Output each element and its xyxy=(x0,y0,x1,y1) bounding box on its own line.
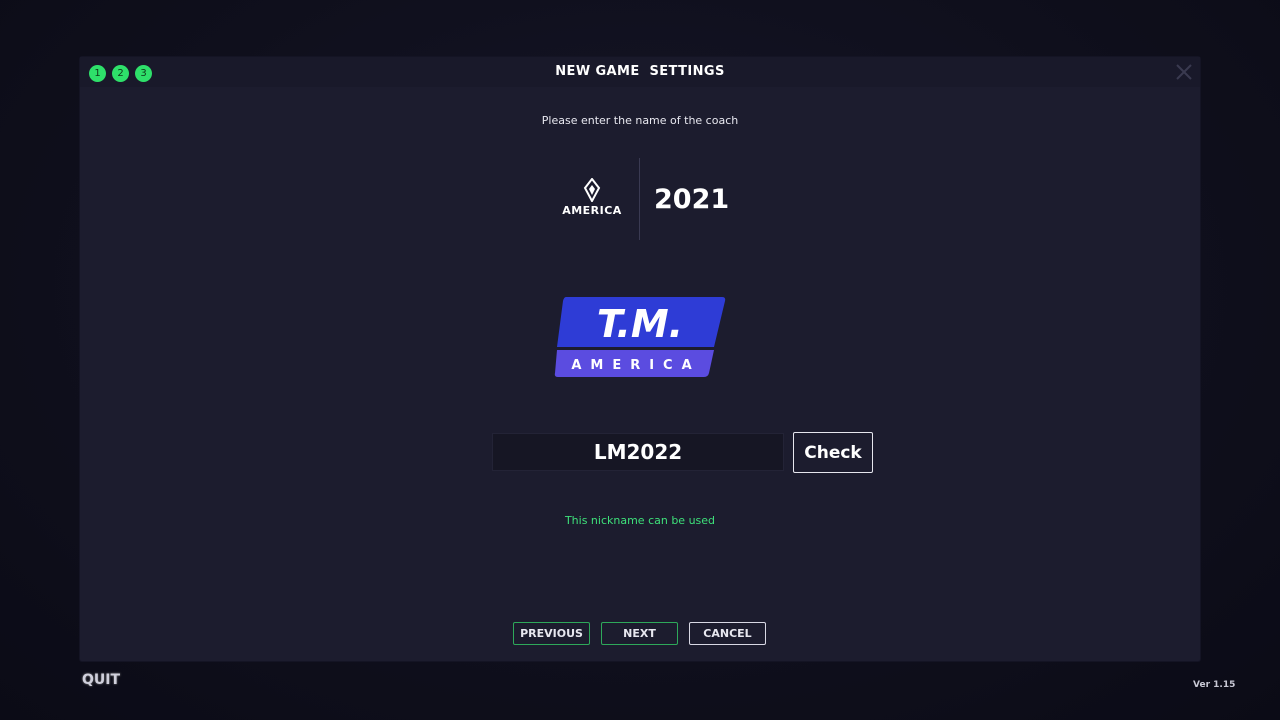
new-game-settings-dialog: 1 2 3 NEW GAME SETTINGS Please enter the… xyxy=(80,57,1200,661)
league-name: AMERICA xyxy=(562,204,622,217)
nickname-status: This nickname can be used xyxy=(564,514,716,527)
check-button[interactable]: Check xyxy=(793,432,873,473)
league-emblem-icon xyxy=(583,178,601,202)
league-block: AMERICA 2021 xyxy=(556,158,730,240)
league-logo: AMERICA xyxy=(556,178,628,222)
version-label: Ver 1.15 xyxy=(1193,680,1236,690)
close-icon[interactable] xyxy=(1174,62,1194,82)
previous-button[interactable]: PREVIOUS xyxy=(513,622,590,645)
dialog-title: NEW GAME SETTINGS xyxy=(555,64,725,79)
quit-button[interactable]: QUIT xyxy=(82,672,120,688)
team-logo: T.M. AMERICA xyxy=(554,295,726,379)
team-logo-line2: AMERICA xyxy=(571,358,700,373)
league-divider xyxy=(639,158,640,240)
season-year: 2021 xyxy=(654,184,730,215)
next-button[interactable]: NEXT xyxy=(601,622,678,645)
nickname-row: Check xyxy=(492,432,874,474)
dialog-header: 1 2 3 NEW GAME SETTINGS xyxy=(80,57,1200,87)
team-logo-line1: T.M. xyxy=(597,302,683,346)
cancel-button[interactable]: CANCEL xyxy=(689,622,766,645)
nickname-input[interactable] xyxy=(492,433,784,471)
coach-name-prompt: Please enter the name of the coach xyxy=(541,114,739,127)
